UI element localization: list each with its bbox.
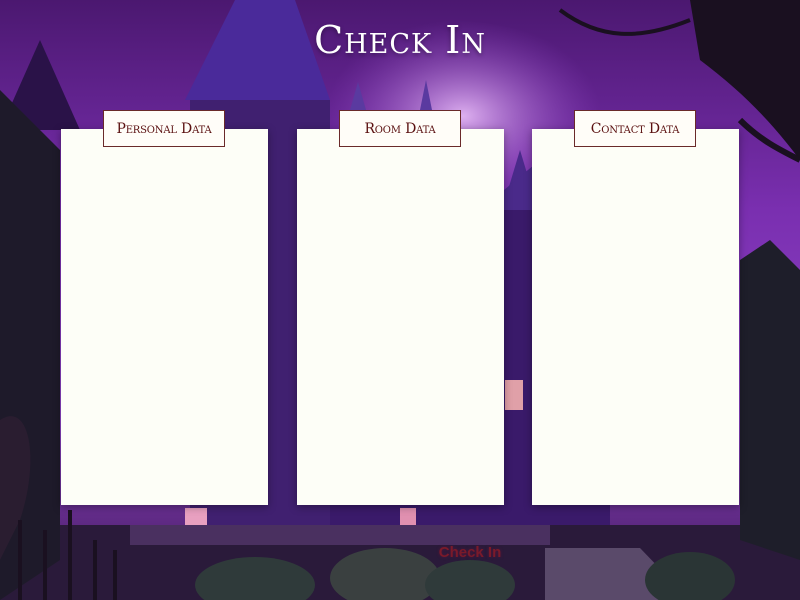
page-title: Check In — [314, 18, 486, 62]
contact-data-panel — [532, 129, 739, 505]
personal-data-panel — [61, 129, 268, 505]
check-in-button[interactable]: Check In — [425, 540, 515, 564]
tab-contact-data[interactable]: Contact Data — [574, 110, 696, 147]
tab-room-data[interactable]: Room Data — [339, 110, 461, 147]
tab-personal-data[interactable]: Personal Data — [103, 110, 225, 147]
room-data-panel — [297, 129, 504, 505]
